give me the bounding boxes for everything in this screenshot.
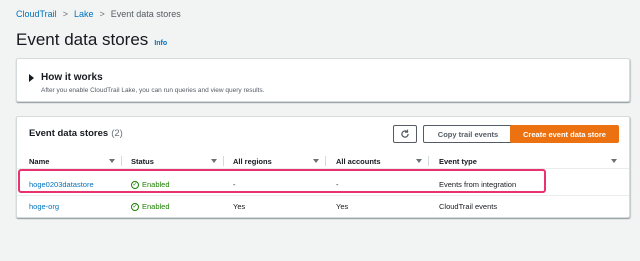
table-column-headers: Name Status All regions All accounts Eve… xyxy=(17,153,629,169)
status-text: Enabled xyxy=(142,180,170,189)
sort-down-icon xyxy=(109,159,115,163)
create-event-data-store-button[interactable]: Create event data store xyxy=(510,125,619,143)
info-link[interactable]: Info xyxy=(154,40,167,47)
column-header-status[interactable]: Status xyxy=(131,153,223,169)
breadcrumb-lake[interactable]: Lake xyxy=(74,9,94,19)
sort-down-icon xyxy=(416,159,422,163)
refresh-icon xyxy=(401,129,409,138)
event-data-stores-table: Event data stores (2) Copy trail events C… xyxy=(16,116,630,218)
column-header-event-type[interactable]: Event type xyxy=(439,153,623,169)
cell-all-accounts: Yes xyxy=(336,202,349,211)
table-count: (2) xyxy=(111,128,123,139)
cell-name: hoge-org xyxy=(29,195,59,218)
column-header-all-accounts[interactable]: All accounts xyxy=(336,153,428,169)
page-header: Event data stores Info xyxy=(16,30,167,50)
table-row: hoge0203datastore ✓ Enabled - - Events f… xyxy=(17,173,629,196)
status-text: Enabled xyxy=(142,202,170,211)
column-divider xyxy=(223,156,224,166)
column-divider xyxy=(325,156,326,166)
sort-down-icon xyxy=(611,159,617,163)
column-header-name[interactable]: Name xyxy=(29,153,121,169)
how-it-works-panel: How it works After you enable CloudTrail… xyxy=(16,58,630,102)
breadcrumb-current: Event data stores xyxy=(110,9,181,19)
breadcrumb-cloudtrail[interactable]: CloudTrail xyxy=(16,9,57,19)
cell-all-accounts: - xyxy=(336,180,339,189)
how-it-works-title: How it works xyxy=(41,72,103,83)
cell-all-regions: Yes xyxy=(233,202,246,211)
table-row: hoge-org ✓ Enabled Yes Yes CloudTrail ev… xyxy=(17,195,629,218)
check-circle-icon: ✓ xyxy=(131,202,139,211)
breadcrumb: CloudTrail > Lake > Event data stores xyxy=(16,8,181,20)
status-badge: ✓ Enabled xyxy=(131,180,170,189)
table-header: Event data stores (2) Copy trail events C… xyxy=(17,117,629,151)
how-it-works-toggle[interactable]: How it works xyxy=(29,72,103,83)
column-label: All regions xyxy=(233,156,272,166)
cell-status: ✓ Enabled xyxy=(131,173,170,196)
column-label: Status xyxy=(131,156,154,166)
page-title: Event data stores xyxy=(16,30,149,49)
check-circle-icon: ✓ xyxy=(131,180,139,189)
sort-down-icon xyxy=(313,159,319,163)
column-label: Event type xyxy=(439,156,477,166)
cell-event-type: CloudTrail events xyxy=(439,202,498,211)
refresh-button[interactable] xyxy=(393,125,417,143)
cell-event-type: Events from integration xyxy=(439,180,517,189)
column-label: Name xyxy=(29,156,50,166)
column-header-all-regions[interactable]: All regions xyxy=(233,153,325,169)
column-divider xyxy=(428,156,429,166)
column-divider xyxy=(121,156,122,166)
column-label: All accounts xyxy=(336,156,381,166)
table-title-text: Event data stores xyxy=(29,128,109,139)
status-badge: ✓ Enabled xyxy=(131,202,170,211)
sort-down-icon xyxy=(211,159,217,163)
copy-trail-events-button[interactable]: Copy trail events xyxy=(423,125,513,143)
caret-right-icon xyxy=(29,73,34,82)
datastore-link[interactable]: hoge0203datastore xyxy=(29,180,94,189)
chevron-right-icon: > xyxy=(99,9,105,19)
cell-status: ✓ Enabled xyxy=(131,195,170,218)
table-title: Event data stores (2) xyxy=(29,128,123,139)
how-it-works-description: After you enable CloudTrail Lake, you ca… xyxy=(41,87,265,94)
cell-name: hoge0203datastore xyxy=(29,173,94,196)
cell-all-regions: - xyxy=(233,180,236,189)
datastore-link[interactable]: hoge-org xyxy=(29,202,59,211)
chevron-right-icon: > xyxy=(62,9,68,19)
